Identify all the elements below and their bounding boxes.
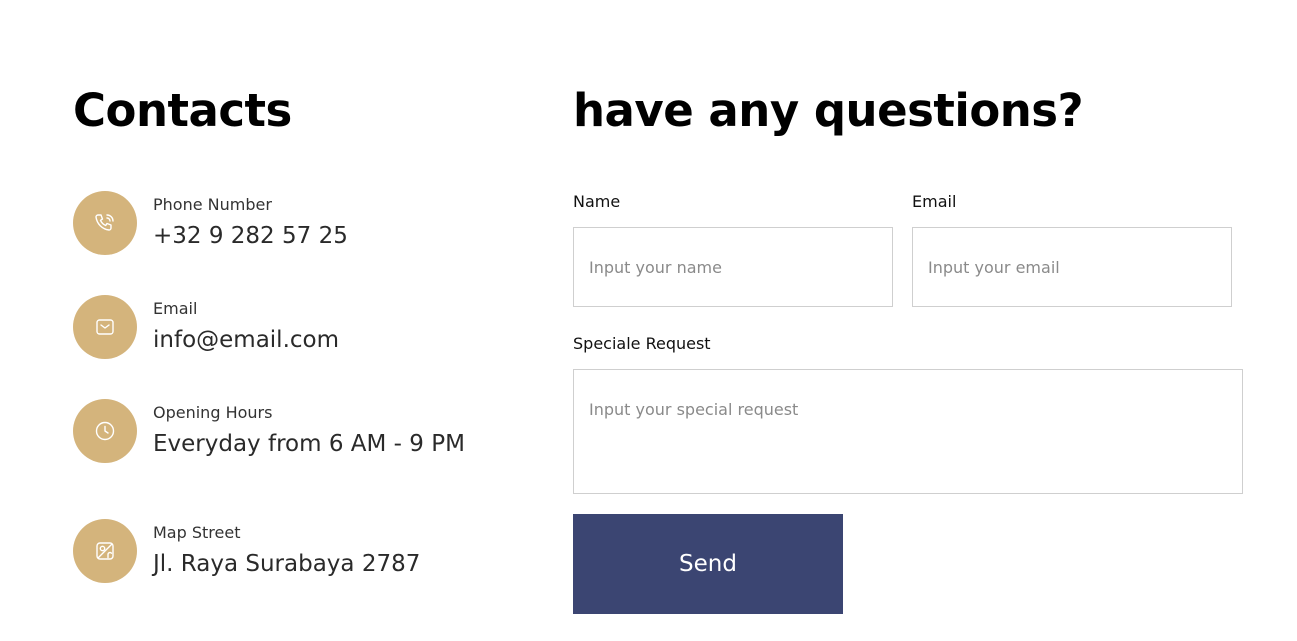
- email-input[interactable]: [912, 227, 1232, 307]
- contact-label-phone: Phone Number: [153, 195, 272, 214]
- contact-value-email: info@email.com: [153, 327, 339, 353]
- name-input[interactable]: [573, 227, 893, 307]
- contacts-heading: Contacts: [73, 84, 292, 137]
- send-button[interactable]: Send: [573, 514, 843, 614]
- special-request-label: Speciale Request: [573, 334, 711, 353]
- name-label: Name: [573, 192, 621, 211]
- contact-value-hours: Everyday from 6 AM - 9 PM: [153, 431, 465, 457]
- special-request-textarea[interactable]: [573, 369, 1243, 494]
- contact-value-address: Jl. Raya Surabaya 2787: [153, 551, 421, 577]
- contact-item-address: Map Street Jl. Raya Surabaya 2787: [73, 519, 420, 583]
- contact-label-address: Map Street: [153, 523, 241, 542]
- contact-label-email: Email: [153, 299, 198, 318]
- contact-item-hours: Opening Hours Everyday from 6 AM - 9 PM: [73, 399, 465, 463]
- contact-item-email: Email info@email.com: [73, 295, 339, 359]
- contact-item-phone: Phone Number +32 9 282 57 25: [73, 191, 348, 255]
- email-label: Email: [912, 192, 957, 211]
- clock-icon: [73, 399, 137, 463]
- form-heading: have any questions?: [573, 84, 1084, 137]
- map-icon: [73, 519, 137, 583]
- contact-label-hours: Opening Hours: [153, 403, 273, 422]
- mail-icon: [73, 295, 137, 359]
- phone-icon: [73, 191, 137, 255]
- contact-value-phone: +32 9 282 57 25: [153, 223, 348, 249]
